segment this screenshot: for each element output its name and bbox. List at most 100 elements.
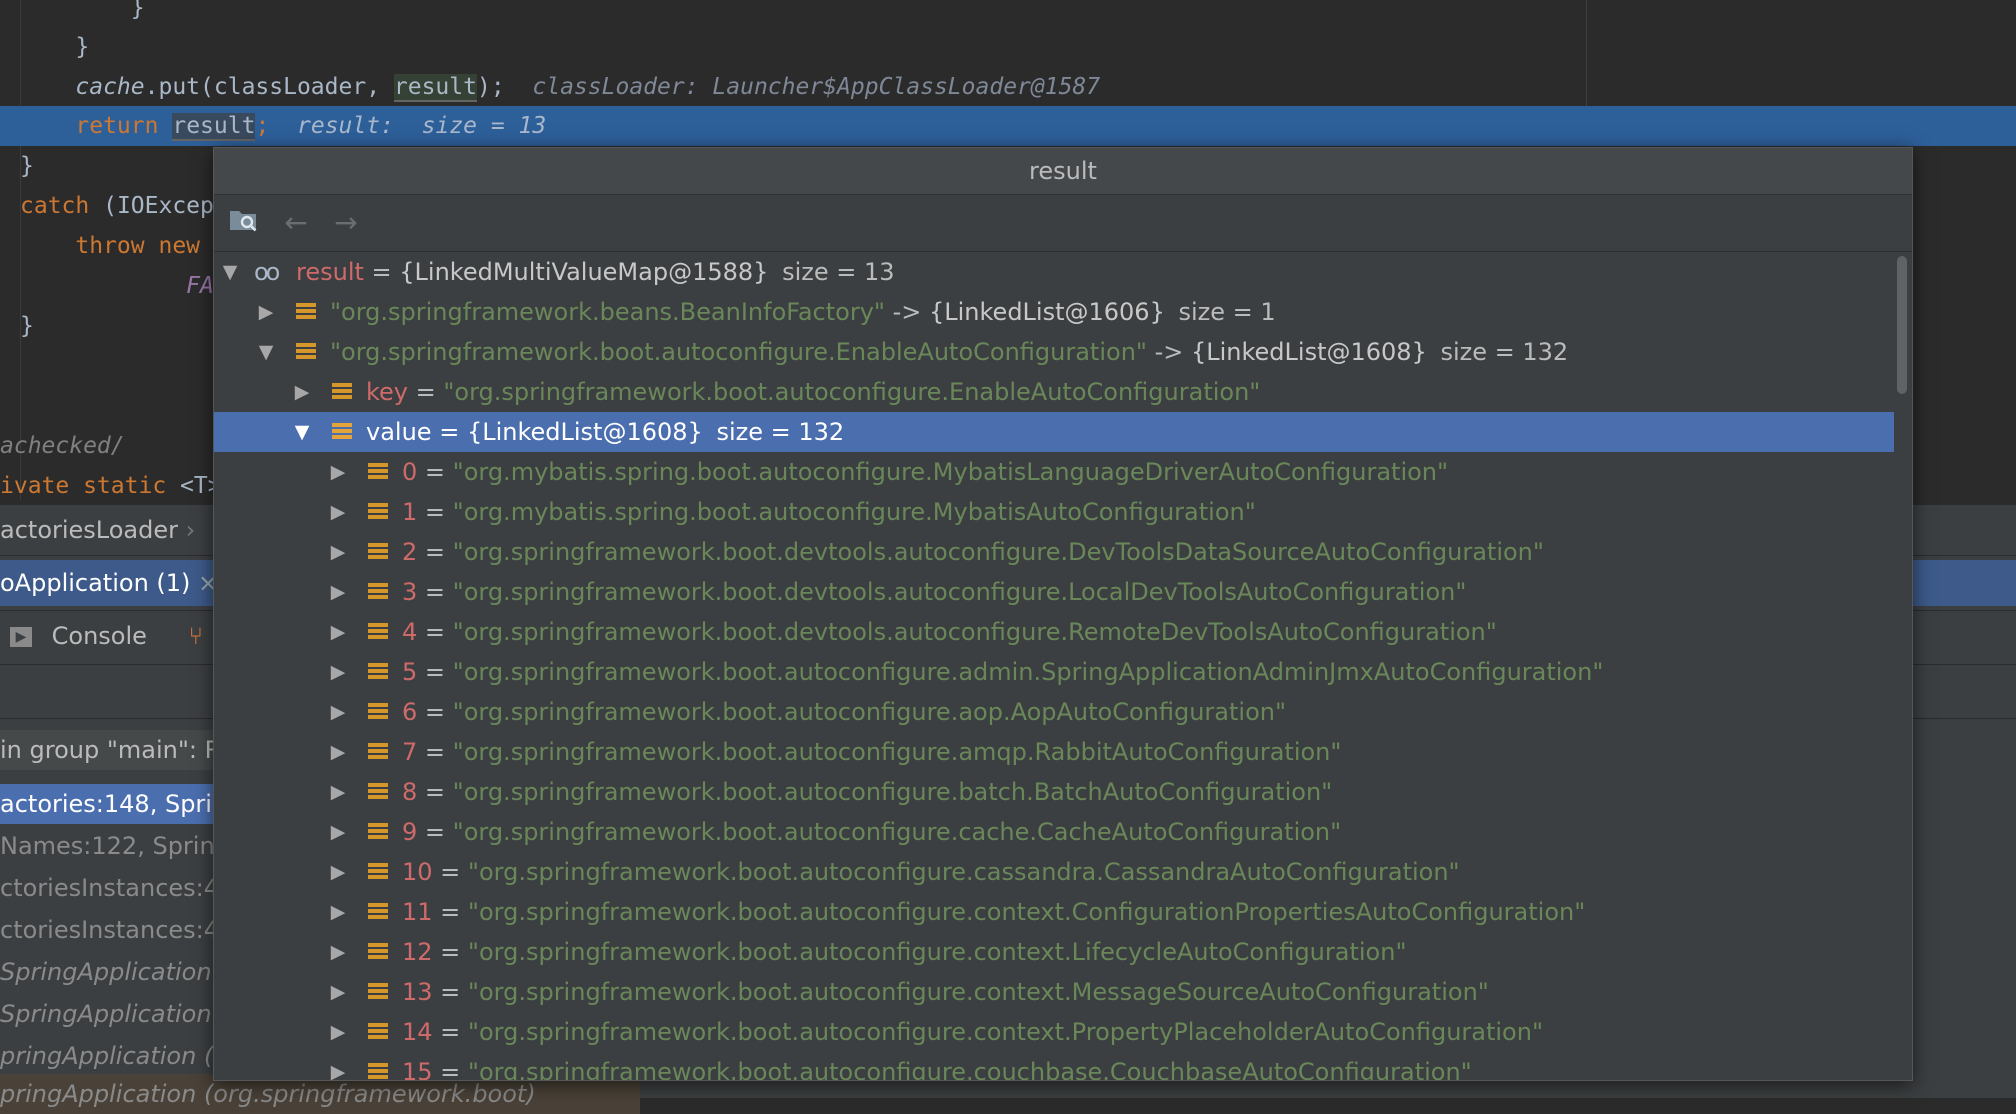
frame-item[interactable]: pringApplication (o	[0, 1036, 228, 1076]
field-icon	[366, 572, 390, 612]
forward-arrow-icon[interactable]: →	[328, 205, 364, 241]
thread-selector[interactable]: in group "main": R	[0, 730, 221, 770]
expand-arrow-icon[interactable]: ▼	[290, 412, 314, 452]
code-line: }	[20, 313, 34, 339]
threads-icon[interactable]: ⑂	[189, 622, 203, 650]
expand-arrow-icon[interactable]: ▶	[290, 372, 314, 412]
field-icon	[330, 372, 354, 412]
list-item-index: 0	[402, 458, 418, 486]
list-item-index: 7	[402, 738, 418, 766]
list-item[interactable]: ▶ 15 = "org.springframework.boot.autoconf…	[214, 1052, 1894, 1080]
list-item[interactable]: ▶ 2 = "org.springframework.boot.devtools.…	[214, 532, 1894, 572]
tree-node-entry[interactable]: ▼ "org.springframework.boot.autoconfigur…	[214, 332, 1894, 372]
equals-sign: =	[432, 938, 468, 966]
tree-node-value-selected[interactable]: ▼ value = {LinkedList@1608} size = 132	[214, 412, 1894, 452]
list-item[interactable]: ▶ 9 = "org.springframework.boot.autoconfi…	[214, 812, 1894, 852]
tree-node-key[interactable]: ▶ key = "org.springframework.boot.autoco…	[214, 372, 1894, 412]
expand-arrow-icon[interactable]: ▶	[326, 892, 350, 932]
list-item[interactable]: ▶ 10 = "org.springframework.boot.autoconf…	[214, 852, 1894, 892]
list-item-value: "org.springframework.boot.autoconfigure.…	[467, 1018, 1543, 1046]
list-item-value: "org.springframework.boot.autoconfigure.…	[467, 858, 1460, 886]
expand-arrow-icon[interactable]: ▶	[254, 292, 278, 332]
list-item[interactable]: ▶ 0 = "org.mybatis.spring.boot.autoconfig…	[214, 452, 1894, 492]
list-item-index: 6	[402, 698, 418, 726]
frame-item[interactable]: SpringApplication (	[0, 994, 229, 1034]
equals-sign: =	[417, 818, 453, 846]
list-item[interactable]: ▶ 11 = "org.springframework.boot.autoconf…	[214, 892, 1894, 932]
expand-arrow-icon[interactable]: ▶	[326, 772, 350, 812]
expand-arrow-icon[interactable]: ▶	[326, 652, 350, 692]
list-item-value: "org.springframework.boot.autoconfigure.…	[467, 898, 1586, 926]
expand-arrow-icon[interactable]: ▶	[326, 612, 350, 652]
expand-arrow-icon[interactable]: ▶	[326, 932, 350, 972]
frame-item[interactable]: SpringApplication (	[0, 952, 229, 992]
field-icon	[366, 612, 390, 652]
expand-arrow-icon[interactable]: ▶	[326, 1012, 350, 1052]
list-item[interactable]: ▶ 1 = "org.mybatis.spring.boot.autoconfig…	[214, 492, 1894, 532]
expand-arrow-icon[interactable]: ▼	[218, 252, 242, 292]
list-item-value: "org.springframework.boot.autoconfigure.…	[452, 698, 1287, 726]
code-line: catch (IOExcep	[20, 193, 214, 219]
popup-toolbar: ← →	[214, 195, 1912, 252]
console-tab[interactable]: ▶ Console ⑂	[10, 616, 203, 656]
popup-title[interactable]: result	[214, 148, 1912, 195]
list-item-value: "org.springframework.boot.autoconfigure.…	[452, 738, 1342, 766]
evaluate-popup[interactable]: result ← → ▼ oo result = {LinkedMultiVal…	[213, 147, 1913, 1081]
frame-item[interactable]: Names:122, Spring	[0, 826, 230, 866]
equals-sign: =	[417, 578, 453, 606]
expand-arrow-icon[interactable]: ▶	[326, 452, 350, 492]
expand-arrow-icon[interactable]: ▼	[254, 332, 278, 372]
list-item[interactable]: ▶ 14 = "org.springframework.boot.autoconf…	[214, 1012, 1894, 1052]
folder-search-icon[interactable]	[226, 205, 262, 241]
scrollbar-thumb[interactable]	[1897, 256, 1907, 394]
inline-debug-value: result: size = 13	[297, 113, 547, 139]
list-item[interactable]: ▶ 12 = "org.springframework.boot.autoconf…	[214, 932, 1894, 972]
code-line: cache.put(classLoader, result); classLoa…	[75, 74, 1101, 102]
breadcrumb[interactable]: actoriesLoader ›	[0, 510, 195, 550]
equals-sign: =	[432, 1058, 468, 1080]
field-icon	[366, 932, 390, 972]
back-arrow-icon[interactable]: ←	[278, 205, 314, 241]
list-item[interactable]: ▶ 13 = "org.springframework.boot.autoconf…	[214, 972, 1894, 1012]
frame-item[interactable]: ctoriesInstances:42	[0, 910, 234, 950]
equals-sign: =	[417, 658, 453, 686]
code-line: }	[130, 0, 145, 21]
field-icon	[294, 332, 318, 372]
field-icon	[366, 972, 390, 1012]
list-item-value: "org.springframework.boot.devtools.autoc…	[452, 538, 1544, 566]
tree-node-entry[interactable]: ▶ "org.springframework.beans.BeanInfoFac…	[214, 292, 1894, 332]
list-item-index: 11	[402, 898, 433, 926]
list-item[interactable]: ▶ 7 = "org.springframework.boot.autoconfi…	[214, 732, 1894, 772]
scrollbar[interactable]	[1894, 252, 1908, 1080]
equals-sign: =	[417, 498, 453, 526]
equals-sign: =	[417, 738, 453, 766]
list-item[interactable]: ▶ 5 = "org.springframework.boot.autoconfi…	[214, 652, 1894, 692]
expand-arrow-icon[interactable]: ▶	[326, 532, 350, 572]
list-item-value: "org.springframework.boot.autoconfigure.…	[452, 658, 1604, 686]
run-tab[interactable]: oApplication (1) ×	[0, 563, 218, 603]
list-item-value: "org.mybatis.spring.boot.autoconfigure.M…	[452, 498, 1256, 526]
equals-sign: =	[432, 898, 468, 926]
expand-arrow-icon[interactable]: ▶	[326, 572, 350, 612]
frame-item-selected[interactable]: actories:148, Spring	[0, 784, 242, 824]
expand-arrow-icon[interactable]: ▶	[326, 972, 350, 1012]
list-item[interactable]: ▶ 3 = "org.springframework.boot.devtools.…	[214, 572, 1894, 612]
equals-sign: =	[417, 698, 453, 726]
list-item[interactable]: ▶ 8 = "org.springframework.boot.autoconfi…	[214, 772, 1894, 812]
field-icon	[330, 412, 354, 452]
frame-item[interactable]: ctoriesInstances:42	[0, 868, 234, 908]
expand-arrow-icon[interactable]: ▶	[326, 852, 350, 892]
expand-arrow-icon[interactable]: ▶	[326, 692, 350, 732]
field-icon	[366, 532, 390, 572]
expand-arrow-icon[interactable]: ▶	[326, 492, 350, 532]
variables-tree[interactable]: ▼ oo result = {LinkedMultiValueMap@1588}…	[214, 252, 1894, 1080]
expand-arrow-icon[interactable]: ▶	[326, 732, 350, 772]
list-item[interactable]: ▶ 4 = "org.springframework.boot.devtools.…	[214, 612, 1894, 652]
expand-arrow-icon[interactable]: ▶	[326, 1052, 350, 1080]
field-icon	[366, 1052, 390, 1080]
equals-sign: =	[432, 1018, 468, 1046]
expand-arrow-icon[interactable]: ▶	[326, 812, 350, 852]
list-item[interactable]: ▶ 6 = "org.springframework.boot.autoconfi…	[214, 692, 1894, 732]
tree-node-root[interactable]: ▼ oo result = {LinkedMultiValueMap@1588}…	[214, 252, 1894, 292]
current-execution-line: return result; result: size = 13	[0, 106, 2016, 146]
